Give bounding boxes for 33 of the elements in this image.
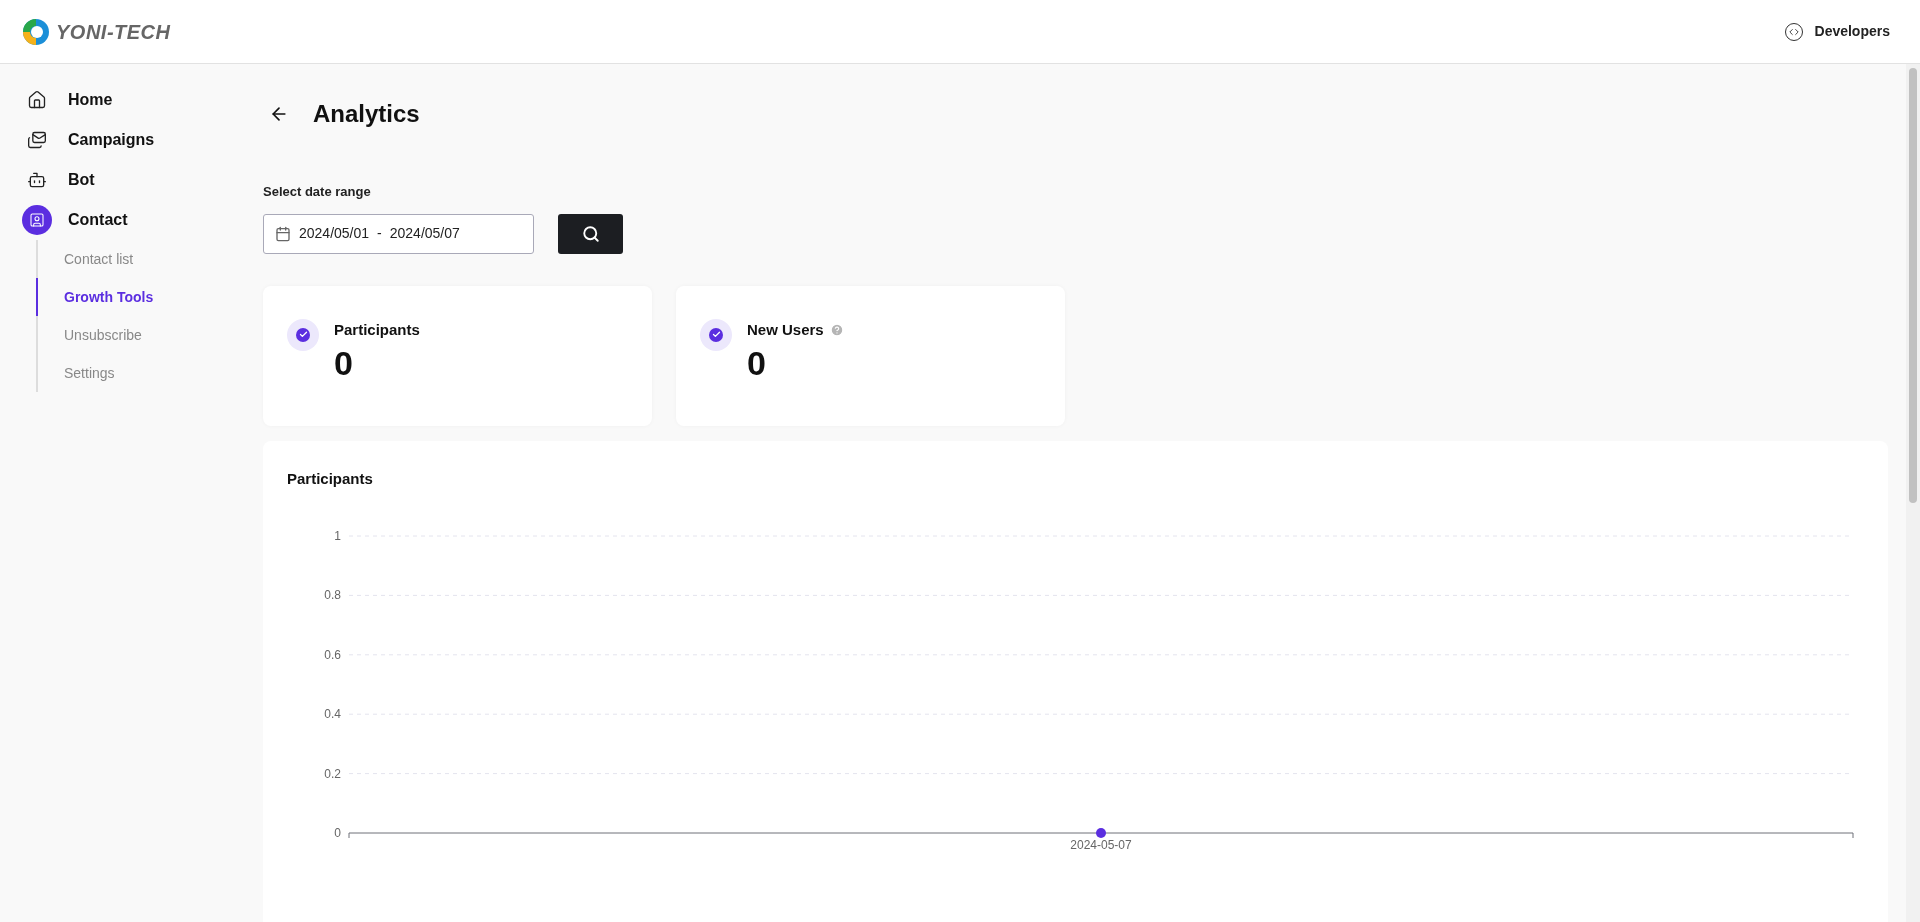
y-tick-label: 0.4 <box>324 706 341 721</box>
calendar-icon <box>275 225 291 242</box>
page-title: Analytics <box>313 99 420 129</box>
y-tick-label: 0.6 <box>324 647 341 662</box>
contact-card-icon <box>22 205 52 235</box>
x-tick-label: 2024-05-07 <box>1070 837 1132 852</box>
search-button[interactable] <box>558 213 623 254</box>
stat-label: Participants <box>334 319 420 340</box>
stat-label: New Users <box>747 319 824 340</box>
sidebar-item[interactable]: Contact <box>22 200 240 240</box>
sidebar-subitem[interactable]: Settings <box>36 354 240 392</box>
date-range-field[interactable]: 2024/05/01 - 2024/05/07 <box>263 213 534 254</box>
stat-value: 0 <box>334 343 354 384</box>
sidebar-item[interactable]: Bot <box>22 160 240 200</box>
start-date: 2024/05/01 <box>299 224 370 243</box>
brand-name: YONI-TECH <box>56 19 171 45</box>
sidebar-item[interactable]: Campaigns <box>22 120 240 160</box>
y-tick-label: 0 <box>334 825 341 840</box>
sidebar-subitem[interactable]: Growth Tools <box>36 278 240 316</box>
y-tick-label: 0.8 <box>324 587 341 602</box>
stat-value: 0 <box>747 343 767 384</box>
search-icon <box>581 224 600 243</box>
end-date: 2024/05/07 <box>389 224 460 243</box>
y-tick-label: 0.2 <box>324 766 341 781</box>
chart-title: Participants <box>287 468 373 489</box>
logo-icon <box>22 17 50 46</box>
scrollbar[interactable] <box>1906 64 1920 922</box>
date-range-label: Select date range <box>263 183 371 201</box>
date-separator: - <box>377 224 382 243</box>
sidebar-subitem[interactable]: Unsubscribe <box>36 316 240 354</box>
developers-link[interactable]: Developers <box>1784 21 1890 42</box>
y-tick-label: 1 <box>334 528 341 543</box>
sidebar-item[interactable]: Home <box>22 80 240 120</box>
